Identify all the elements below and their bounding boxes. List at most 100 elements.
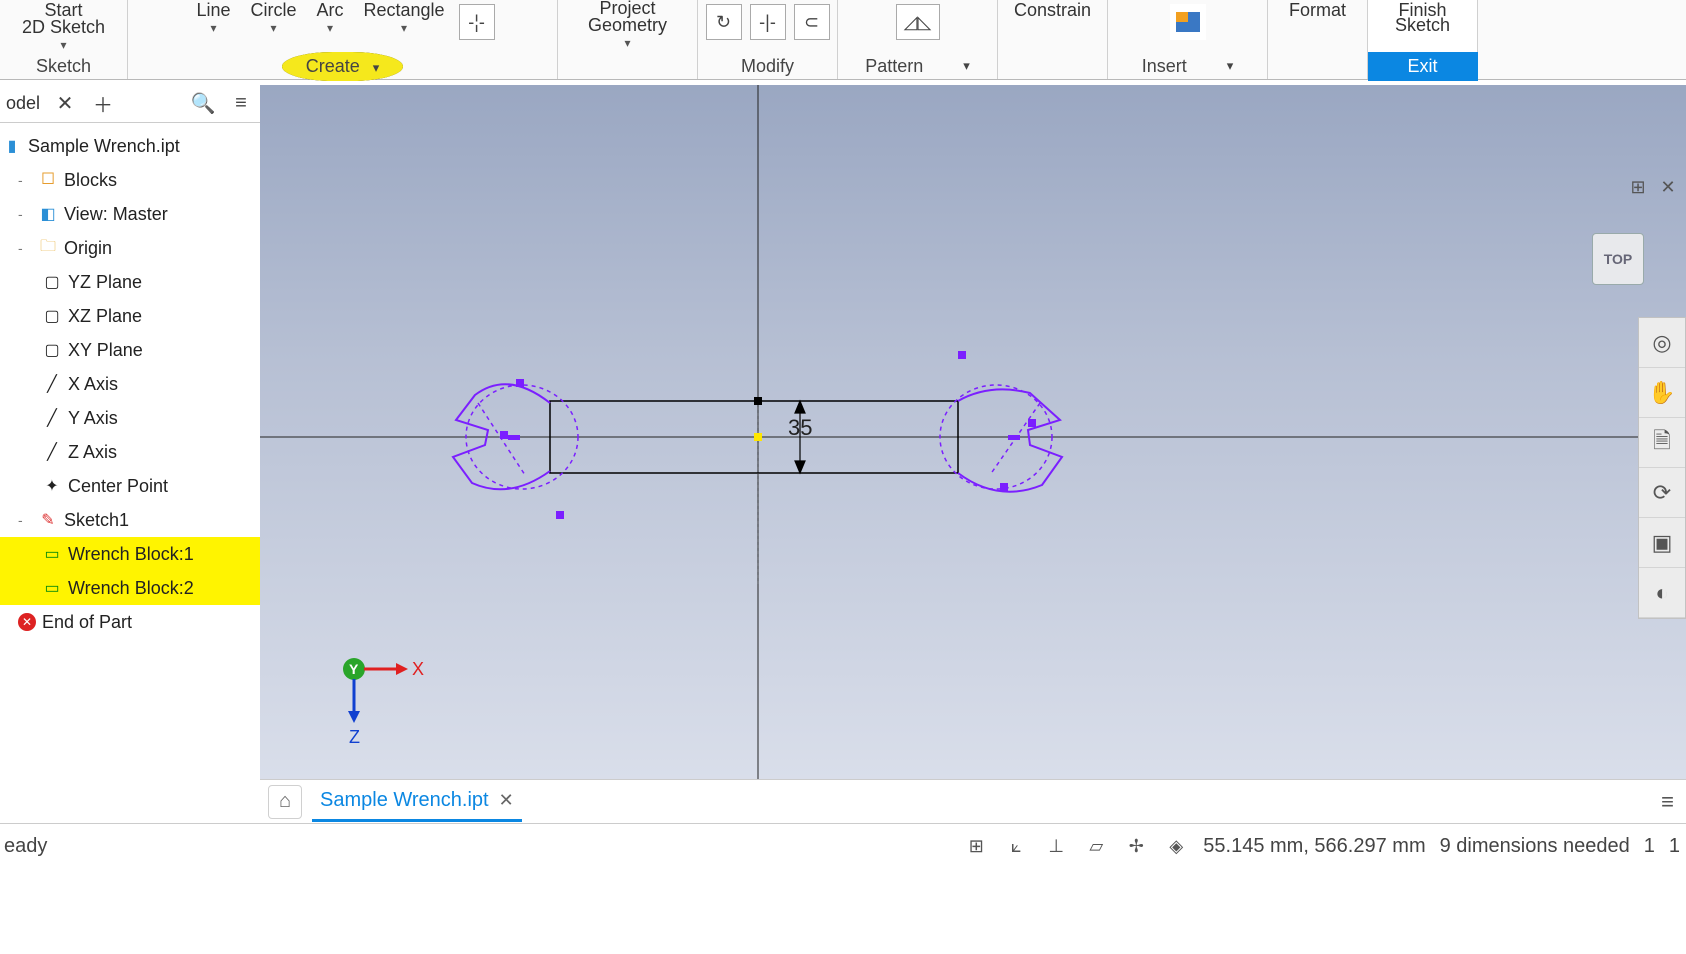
model-tree: ▮ Sample Wrench.ipt - 🞏 Blocks - ◧ View:…	[0, 123, 260, 639]
constrain-button[interactable]: Constrain	[1004, 0, 1101, 21]
close-icon[interactable]: ✕	[52, 91, 78, 117]
label: Wrench Block:1	[68, 544, 194, 565]
rotate-button[interactable]: ↻	[706, 4, 742, 40]
nav-wheel-icon[interactable]: ◎	[1639, 318, 1685, 368]
collapse-icon[interactable]: -	[18, 206, 32, 222]
zoom-icon[interactable]: 🗎	[1639, 418, 1685, 468]
tree-xy-plane[interactable]: ▢XY Plane	[0, 333, 260, 367]
scale-icon[interactable]: ◈	[1163, 833, 1189, 859]
tree-z-axis[interactable]: ╱ Z Axis	[0, 435, 260, 469]
panel-header: odel ✕ ＋ 🔍 ≡	[0, 85, 260, 123]
plane-icon: ▢	[42, 306, 62, 326]
orbit-icon[interactable]: ⟳	[1639, 468, 1685, 518]
label: 2D Sketch	[22, 17, 105, 38]
home-tab-icon[interactable]: ⌂	[268, 785, 302, 819]
tree-x-axis[interactable]: ╱ X Axis	[0, 367, 260, 401]
label: Sketch1	[64, 510, 129, 531]
tree-y-axis[interactable]: ╱Y Axis	[0, 401, 260, 435]
dimension-display-icon[interactable]: ▱	[1083, 833, 1109, 859]
rectangle-button[interactable]: Rectangle▾	[353, 0, 454, 35]
tab-menu-icon[interactable]: ≡	[1661, 789, 1674, 815]
block-icon: ▭	[42, 544, 62, 564]
collapse-icon[interactable]: -	[18, 512, 32, 528]
plane-icon: ▢	[42, 340, 62, 360]
status-n2: 1	[1669, 835, 1680, 858]
view-cube[interactable]: TOP	[1592, 233, 1644, 285]
pan-icon[interactable]: ✋	[1639, 368, 1685, 418]
block-icon: ▭	[42, 578, 62, 598]
tree-blocks[interactable]: - 🞏 Blocks	[0, 163, 260, 197]
document-tab[interactable]: Sample Wrench.ipt ✕	[312, 782, 522, 822]
mirror-button[interactable]: ◿◺	[896, 4, 940, 40]
tree-center-point[interactable]: ✦ Center Point	[0, 469, 260, 503]
insert-image-button[interactable]	[1170, 4, 1206, 40]
label: YZ Plane	[68, 272, 142, 293]
label: X Axis	[68, 374, 118, 395]
axis-icon: ╱	[42, 442, 62, 462]
line-button[interactable]: Line▾	[186, 0, 240, 35]
chevron-down-icon[interactable]: ▾	[963, 58, 970, 74]
visual-style-icon[interactable]: ◐	[1639, 568, 1685, 618]
model-tab-label[interactable]: odel	[6, 93, 40, 114]
tree-xz-plane[interactable]: ▢XZ Plane	[0, 299, 260, 333]
label: Origin	[64, 238, 112, 259]
add-icon[interactable]: ＋	[90, 91, 116, 117]
status-dims-needed: 9 dimensions needed	[1440, 835, 1630, 858]
close-tab-icon[interactable]: ✕	[499, 790, 514, 811]
tree-sketch1[interactable]: - ✎ Sketch1	[0, 503, 260, 537]
insert-panel-label: Insert	[1142, 56, 1187, 77]
blocks-icon: 🞏	[38, 170, 58, 190]
tree-wrench-block-2[interactable]: ▭ Wrench Block:2	[0, 571, 260, 605]
label: Format	[1289, 0, 1346, 21]
tree-root[interactable]: ▮ Sample Wrench.ipt	[0, 129, 260, 163]
chevron-down-icon: ▾	[327, 21, 333, 35]
circle-button[interactable]: Circle▾	[240, 0, 306, 35]
document-tabs: ⌂ Sample Wrench.ipt ✕ ≡	[260, 779, 1686, 823]
label: Z Axis	[68, 442, 117, 463]
tree-end-of-part[interactable]: ✕End of Part	[0, 605, 260, 639]
move-icon[interactable]: ✢	[1123, 833, 1149, 859]
chevron-down-icon[interactable]: ▾	[1227, 58, 1234, 74]
menu-icon[interactable]: ≡	[228, 91, 254, 117]
search-icon[interactable]: 🔍	[190, 91, 216, 117]
chevron-down-icon: ▾	[401, 21, 407, 35]
label: Circle	[250, 0, 296, 21]
format-button[interactable]: Format	[1279, 0, 1356, 21]
collapse-icon[interactable]: -	[18, 172, 32, 188]
grid-icon[interactable]: ⊞	[963, 833, 989, 859]
sketch-icon: ✎	[38, 510, 58, 530]
tree-origin[interactable]: - 🗀 Origin	[0, 231, 260, 265]
lookat-icon[interactable]: ▣	[1639, 518, 1685, 568]
axis-icon: ╱	[42, 374, 62, 394]
constraints-icon[interactable]: ⊥	[1043, 833, 1069, 859]
chevron-down-icon: ▾	[624, 36, 630, 50]
project-geometry-button-line2[interactable]: Geometry ▾	[578, 15, 677, 50]
point-button[interactable]: -¦-	[459, 4, 495, 40]
part-icon: ▮	[2, 136, 22, 156]
label: View: Master	[64, 204, 168, 225]
status-ready: eady	[0, 835, 47, 858]
label: Sketch	[1395, 15, 1450, 36]
arc-button[interactable]: Arc▾	[306, 0, 353, 35]
finish-sketch-button-line2[interactable]: Sketch	[1385, 15, 1460, 36]
extend-button[interactable]: ⊂	[794, 4, 830, 40]
create-panel-label-highlighted[interactable]: Create ▾	[282, 52, 404, 81]
tree-yz-plane[interactable]: ▢YZ Plane	[0, 265, 260, 299]
collapse-icon[interactable]: -	[18, 240, 32, 256]
sketch-canvas[interactable]: 35 Y X	[260, 85, 1686, 779]
status-coords: 55.145 mm, 566.297 mm	[1203, 835, 1425, 858]
tree-view[interactable]: - ◧ View: Master	[0, 197, 260, 231]
point-icon: ✦	[42, 476, 62, 496]
status-bar: eady ⊞ ⟀ ⊥ ▱ ✢ ◈ 55.145 mm, 566.297 mm 9…	[0, 823, 1686, 868]
exit-button[interactable]: Exit	[1368, 52, 1478, 81]
start-2d-sketch-button-line2[interactable]: 2D Sketch ▾	[12, 17, 115, 52]
layout-icon[interactable]: ⊞	[1626, 175, 1650, 199]
close-canvas-icon[interactable]: ✕	[1656, 175, 1680, 199]
trim-button[interactable]: -|-	[750, 4, 786, 40]
tree-wrench-block-1[interactable]: ▭ Wrench Block:1	[0, 537, 260, 571]
triad-z: Z	[349, 727, 360, 747]
label: Wrench Block:2	[68, 578, 194, 599]
snap-icon[interactable]: ⟀	[1003, 833, 1029, 859]
label: Geometry	[588, 15, 667, 36]
label: Center Point	[68, 476, 168, 497]
